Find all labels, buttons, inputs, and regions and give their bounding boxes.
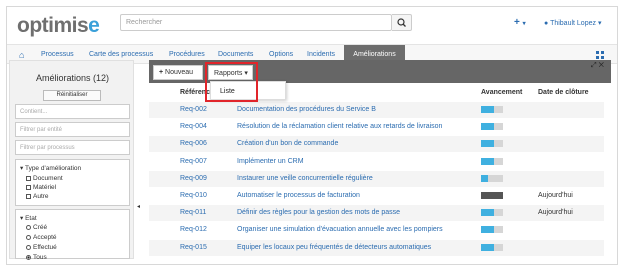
row-reference[interactable]: Req-004 [180,123,207,130]
reset-button[interactable]: Réinitialiser [43,90,101,101]
row-description[interactable]: Implémenter un CRM [237,158,304,165]
table-row[interactable]: Req-012 Organiser une simulation d'évacua… [149,222,604,238]
table-row[interactable]: Req-010 Automatiser le processus de factu… [149,188,604,204]
radio[interactable] [26,225,31,230]
row-reference[interactable]: Req-007 [180,158,207,165]
search-input[interactable]: Rechercher [120,14,392,31]
progress-fill [481,106,495,113]
highlight-box [205,62,258,102]
table-row[interactable]: Req-002 Documentation des procédures du S… [149,102,604,118]
search-icon [397,18,406,27]
column-header-progress[interactable]: Avancement [481,89,522,96]
checkbox[interactable] [26,185,31,190]
row-closing-date: Aujourd'hui [538,192,573,199]
progress-fill [481,192,503,199]
state-filter-title[interactable]: ▾ Etat [20,214,37,222]
progress-bar [481,226,503,234]
type-option-autre[interactable]: Autre [26,193,49,200]
row-description[interactable]: Organiser une simulation d'évacuation an… [237,226,443,233]
row-reference[interactable]: Req-012 [180,226,207,233]
plus-icon: + [159,69,164,76]
table-row[interactable]: Req-015 Equiper les locaux peu fréquentés… [149,239,604,256]
process-filter-input[interactable]: Filtrer par processus [15,140,130,155]
entity-filter-input[interactable]: Filtrer par entité [15,122,130,137]
progress-bar [481,192,503,199]
row-description[interactable]: Résolution de la réclamation client rela… [237,123,442,130]
type-option-materiel[interactable]: Matériel [26,184,56,191]
progress-bar [481,209,503,217]
radio-selected[interactable] [26,255,31,260]
progress-fill [481,243,495,251]
type-filter: ▾ Type d'amélioration Document Matériel … [15,159,130,206]
sidebar-title: Améliorations (12) [35,73,110,83]
grid-icon[interactable] [596,51,604,59]
progress-fill [481,226,495,234]
progress-bar [481,157,503,165]
state-filter: ▾ Etat Créé Accepté Effectué Tous [15,209,130,261]
progress-fill [481,123,495,131]
type-filter-title[interactable]: ▾ Type d'amélioration [20,164,81,172]
row-reference[interactable]: Req-009 [180,175,207,182]
nav-options[interactable]: Options [269,51,293,58]
filter-sidebar: Améliorations (12) Réinitialiser Contien… [9,60,134,261]
radio[interactable] [26,235,31,240]
new-button[interactable]: + Nouveau [153,65,203,80]
row-description[interactable]: Documentation des procédures du Service … [237,106,376,113]
progress-bar [481,140,503,148]
create-menu[interactable]: + ▾ [514,17,526,28]
progress-fill [481,209,495,217]
type-option-document[interactable]: Document [26,175,63,182]
chevron-down-icon: ▾ [522,21,526,27]
search-button[interactable] [392,14,412,31]
row-description[interactable]: Automatiser le processus de facturation [237,192,360,199]
nav-documents[interactable]: Documents [218,51,253,58]
column-header-closing-date[interactable]: Date de clôture [538,89,589,96]
state-option-cree[interactable]: Créé [26,224,47,231]
row-reference[interactable]: Req-010 [180,192,207,199]
progress-bar [481,123,503,131]
home-icon[interactable]: ⌂ [19,50,24,60]
nav-procedures[interactable]: Procédures [169,51,205,58]
logo[interactable]: optimise [17,14,100,38]
checkbox[interactable] [26,194,31,199]
row-reference[interactable]: Req-011 [180,209,206,216]
row-description[interactable]: Création d'un bon de commande [237,140,338,147]
table-row[interactable]: Req-006 Création d'un bon de commande [149,136,604,153]
close-icon[interactable]: ✕ [599,62,604,69]
table-row[interactable]: Req-011 Définir des règles pour la gestio… [149,205,604,222]
nav-processus[interactable]: Processus [41,51,74,58]
row-closing-date: Aujourd'hui [538,209,573,217]
progress-bar [481,106,503,113]
row-description[interactable]: Définir des règles pour la gestion des m… [237,209,400,216]
content-filter-input[interactable]: Contient... [15,104,130,119]
user-menu[interactable]: ● Thibault Lopez ▾ [544,19,601,27]
row-description[interactable]: Instaurer une veille concurrentielle rég… [237,175,373,182]
row-reference[interactable]: Req-006 [180,140,207,147]
row-description[interactable]: Equiper les locaux peu fréquentés de dét… [237,244,431,251]
checkbox[interactable] [26,176,31,181]
nav-incidents[interactable]: Incidents [307,51,335,58]
nav-carte-processus[interactable]: Carte des processus [89,51,153,58]
collapse-sidebar-icon[interactable]: ◂ [137,203,140,210]
progress-fill [481,140,495,148]
row-reference[interactable]: Req-002 [180,106,207,113]
progress-fill [481,174,488,182]
row-reference[interactable]: Req-015 [180,244,207,251]
state-option-tous[interactable]: Tous [26,254,47,261]
radio[interactable] [26,245,31,250]
state-option-accepte[interactable]: Accepté [26,234,57,241]
table-row[interactable]: Req-004 Résolution de la réclamation clie… [149,119,604,135]
chevron-down-icon: ▾ [597,20,602,27]
window-controls: ⤢ ✕ [591,62,604,70]
progress-bar [481,174,503,182]
table-row[interactable]: Req-007 Implémenter un CRM [149,154,604,170]
user-icon: ● [544,20,549,27]
progress-fill [481,157,495,165]
state-option-effectue[interactable]: Effectué [26,244,57,251]
progress-bar [481,243,503,251]
table-row[interactable]: Req-009 Instaurer une veille concurrentie… [149,170,604,187]
expand-icon[interactable]: ⤢ [591,62,597,69]
